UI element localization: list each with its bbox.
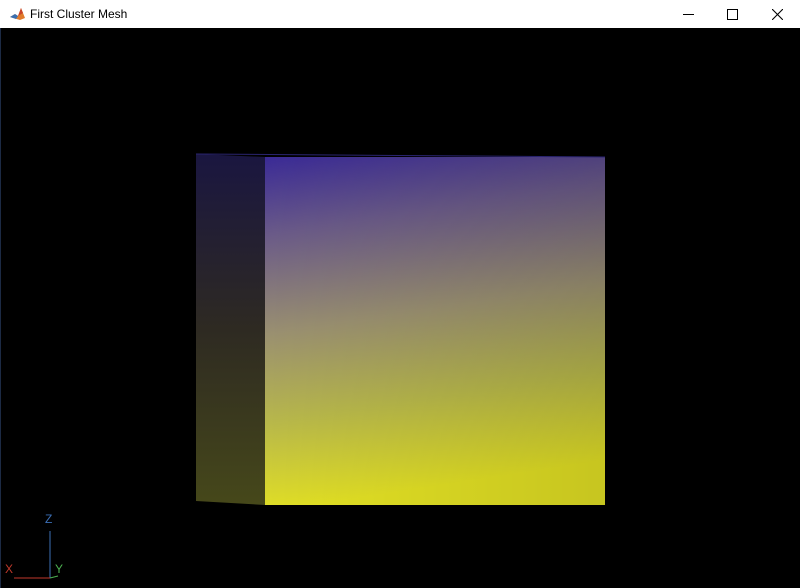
close-icon (771, 8, 783, 20)
x-axis-label: X (5, 562, 14, 576)
minimize-button[interactable] (665, 0, 711, 28)
y-axis-label: Y (55, 562, 64, 576)
cluster-mesh[interactable] (195, 153, 606, 505)
mesh-scene[interactable] (0, 28, 800, 588)
minimize-icon (682, 9, 694, 20)
mesh-front-face-shading (265, 157, 605, 505)
mesh-top-edge (195, 153, 606, 158)
y-axis-line (49, 575, 59, 579)
close-button[interactable] (754, 0, 800, 28)
window-left-border (0, 28, 1, 588)
orientation-axes (14, 531, 59, 579)
matlab-icon (9, 5, 26, 22)
figure-window: First Cluster Mesh X Y Z (0, 0, 800, 588)
maximize-button[interactable] (709, 0, 755, 28)
mesh-side-face (196, 154, 265, 505)
3d-viewport[interactable]: X Y Z (0, 28, 800, 588)
title-bar[interactable]: First Cluster Mesh (0, 0, 800, 28)
window-title: First Cluster Mesh (30, 7, 128, 21)
z-axis-label: Z (45, 512, 53, 526)
maximize-icon (726, 8, 738, 20)
